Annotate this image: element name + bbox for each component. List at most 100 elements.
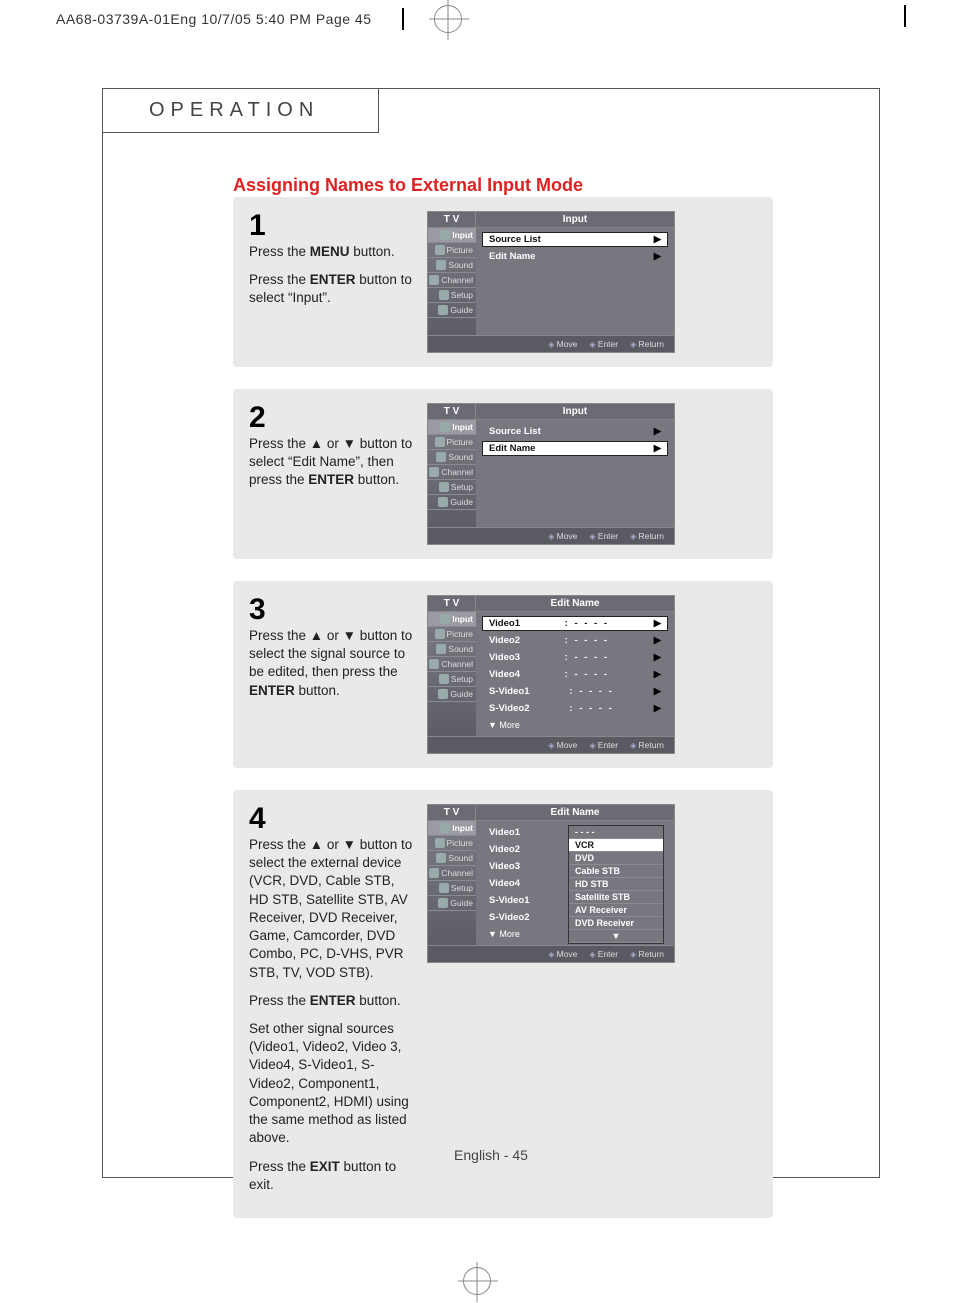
step-text: 1Press the MENU button.Press the ENTER b… [249,211,413,353]
step-number: 2 [249,403,413,433]
osd-row-label: S-Video2 [489,703,529,714]
caret-right-icon: ▶ [654,635,661,646]
caret-right-icon: ▶ [654,426,661,437]
osd-tab-setup: Setup [428,881,476,896]
page-frame: OPERATION Assigning Names to External In… [102,88,880,1178]
osd-row: Source List▶ [482,424,668,439]
caret-right-icon: ▶ [654,251,661,262]
osd-row-value: : - - - - [520,652,654,663]
osd-tab-setup: Setup [428,480,476,495]
osd-footer-hint: Enter [589,740,618,750]
osd-tab-icon [429,868,439,878]
osd-popup-item: AV Receiver [569,904,663,917]
osd-tab-input: Input [428,821,476,836]
osd-sidebar: InputPictureSoundChannelSetupGuide [428,228,476,335]
osd-tab-picture: Picture [428,243,476,258]
osd-title: Input [475,211,675,228]
osd-row: Source List▶ [482,232,668,247]
osd-tab-label: Input [452,823,473,833]
osd-popup-item: VCR [569,839,663,852]
osd-tab-setup: Setup [428,672,476,687]
osd-tab-label: Guide [450,689,473,699]
osd-tab-label: Guide [450,898,473,908]
step-paragraph: Press the ENTER button. [249,992,413,1010]
osd-tab-input: Input [428,228,476,243]
osd-screenshot: T VEdit NameInputPictureSoundChannelSetu… [427,804,675,1204]
osd-row-label: Source List [489,234,541,245]
osd-row-label: S-Video1 [489,895,529,906]
osd-sidebar: Input Picture Sound Channel Setup Guide [428,821,476,945]
registration-mark-bottom [463,1267,491,1295]
osd-row-value: : - - - - [520,635,654,646]
osd-tab-label: Input [452,614,473,624]
osd-row-label: Video2 [489,844,520,855]
osd-main-panel: Video1:Video2:Video3:Video4:S-Video1:S-V… [476,821,674,945]
steps-list: 1Press the MENU button.Press the ENTER b… [233,197,773,1240]
osd-footer-hints: MoveEnterReturn [427,946,675,963]
osd-tab-icon [439,674,449,684]
step-paragraph: Press the ▲ or ▼ button to select the ex… [249,836,413,982]
osd-tab-label: Sound [448,853,473,863]
osd-row-label: Edit Name [489,251,535,262]
osd-tab-icon [438,305,448,315]
osd-row-label: Video1 [489,827,520,838]
osd-tab-label: Channel [441,275,473,285]
osd-tab-icon [438,689,448,699]
osd-tab-input: Input [428,612,476,627]
osd-row-label: Video4 [489,878,520,889]
step-block: 1Press the MENU button.Press the ENTER b… [233,197,773,367]
osd-footer-hint: Move [548,949,577,959]
osd-row-value: : - - - - [520,669,654,680]
osd-tab-channel: Channel [428,657,476,672]
osd-tab-label: Picture [447,245,473,255]
step-text: 4Press the ▲ or ▼ button to select the e… [249,804,413,1204]
osd-row: Video2: - - - -▶ [482,633,668,648]
osd-screenshot: T VInputInputPictureSoundChannelSetupGui… [427,211,675,353]
osd-tab-label: Picture [447,629,473,639]
osd-tab-label: Guide [450,497,473,507]
osd-tab-label: Sound [448,644,473,654]
osd-popup-item: Cable STB [569,865,663,878]
step-text: 3Press the ▲ or ▼ button to select the s… [249,595,413,754]
osd-tab-picture: Picture [428,435,476,450]
osd-tab-label: Picture [447,437,473,447]
step-paragraph: Set other signal sources (Video1, Video2… [249,1020,413,1148]
crop-tick-right [904,5,906,27]
step-block: 2Press the ▲ or ▼ button to select “Edit… [233,389,773,559]
osd-tab-guide: Guide [428,495,476,510]
osd-row-label: Video2 [489,635,520,646]
osd-tab-label: Sound [448,452,473,462]
osd-title: Edit Name [475,595,675,612]
osd-tab-icon [436,452,446,462]
osd-tab-icon [435,245,445,255]
step-number: 1 [249,211,413,241]
osd-tab-label: Input [452,422,473,432]
osd-tab-guide: Guide [428,896,476,911]
osd-row-label: Video4 [489,669,520,680]
osd-tab-picture: Picture [428,836,476,851]
osd-tab-icon [435,838,445,848]
osd-tab-sound: Sound [428,450,476,465]
step-paragraph: Press the ENTER button to select “Input”… [249,271,413,307]
osd-tab-icon [440,823,450,833]
osd-tab-channel: Channel [428,866,476,881]
osd-tab-label: Setup [451,674,473,684]
osd-tv-label: T V [427,403,475,420]
osd-tab-label: Channel [441,868,473,878]
caret-right-icon: ▶ [654,443,661,454]
page-number: English - 45 [103,1147,879,1163]
osd-main-panel: Source List▶Edit Name▶ [476,420,674,527]
registration-mark-top [434,5,462,33]
osd-row-label: S-Video1 [489,686,529,697]
osd-footer-hint: Move [548,740,577,750]
osd-tab-label: Setup [451,883,473,893]
chevron-down-icon: ▼ [569,930,663,943]
osd-footer-hint: Return [630,949,664,959]
osd-tab-label: Guide [450,305,473,315]
osd-main-panel: Source List▶ Edit Name ▶ [476,228,674,335]
osd-row-label: Video3 [489,861,520,872]
osd-popup-item: Satellite STB [569,891,663,904]
osd-tab-label: Input [452,230,473,240]
caret-right-icon: ▶ [654,669,661,680]
osd-row: S-Video2: - - - -▶ [482,701,668,716]
